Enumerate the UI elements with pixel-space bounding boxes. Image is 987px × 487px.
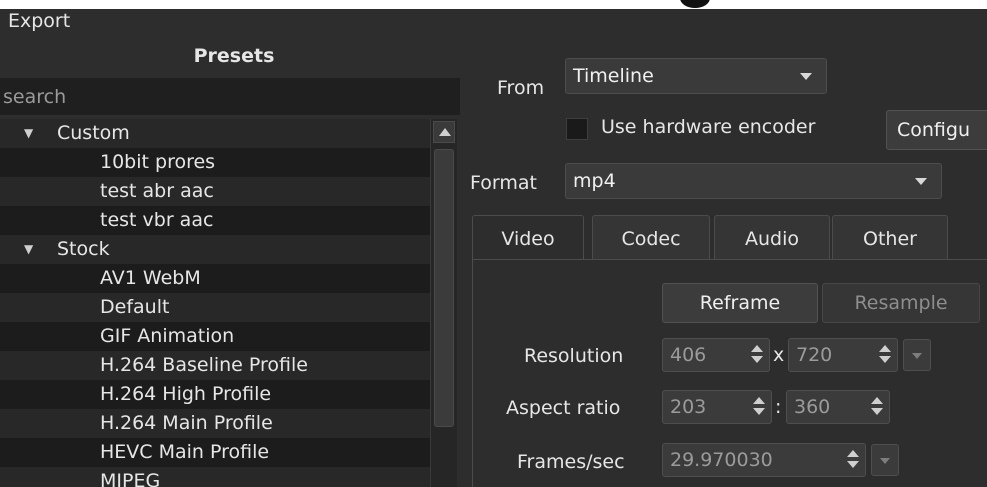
resolution-height-value: 720 (796, 344, 833, 366)
resolution-preset-dropdown (903, 339, 931, 371)
tree-item-label: test abr aac (100, 180, 214, 202)
tree-item-label: H.264 Main Profile (100, 412, 273, 434)
tree-item[interactable]: GIF Animation (0, 322, 430, 351)
reframe-button[interactable]: Reframe (662, 283, 818, 323)
tree-item[interactable]: MJPEG (0, 467, 430, 487)
resample-button: Resample (822, 283, 980, 323)
tree-item[interactable]: test abr aac (0, 177, 430, 206)
spin-arrows-icon[interactable] (871, 397, 883, 417)
tree-item[interactable]: AV1 WebM (0, 264, 430, 293)
aspect-denominator-value: 360 (794, 396, 831, 418)
frames-per-second-label: Frames/sec (517, 451, 625, 473)
hardware-encoder-label[interactable]: Use hardware encoder (601, 116, 815, 138)
tree-item-label: GIF Animation (100, 325, 235, 347)
scrollbar-thumb[interactable] (434, 149, 454, 427)
tree-item-label: HEVC Main Profile (100, 441, 270, 463)
format-combo[interactable]: mp4 (565, 163, 942, 199)
resolution-width-value: 406 (670, 344, 707, 366)
tree-item-label: AV1 WebM (100, 267, 201, 289)
configure-button[interactable]: Configu (886, 110, 987, 150)
from-combo-value: Timeline (573, 65, 654, 87)
tree-group-stock[interactable]: ▼ Stock (0, 235, 430, 264)
spin-arrows-icon[interactable] (879, 345, 891, 365)
tree-item[interactable]: 10bit prores (0, 148, 430, 177)
format-label: Format (470, 172, 537, 194)
title-text-fragment (680, 0, 710, 8)
resolution-separator: x (773, 344, 785, 366)
tree-item[interactable]: H.264 Baseline Profile (0, 351, 430, 380)
tree-item-label: test vbr aac (100, 209, 214, 231)
tree-item-label: H.264 Baseline Profile (100, 354, 308, 376)
from-label: From (497, 77, 545, 99)
tree-item[interactable]: Default (0, 293, 430, 322)
aspect-numerator-value: 203 (670, 396, 707, 418)
chevron-down-icon (915, 178, 927, 185)
presets-scrollbar[interactable] (430, 119, 457, 487)
resolution-height-spinbox[interactable]: 720 (788, 338, 898, 372)
frames-per-second-spinbox[interactable]: 29.970030 (662, 443, 866, 477)
aspect-numerator-spinbox[interactable]: 203 (662, 390, 772, 424)
fps-preset-dropdown (871, 444, 899, 476)
tree-item[interactable]: HEVC Main Profile (0, 438, 430, 467)
from-combo[interactable]: Timeline (565, 58, 827, 94)
tree-item-label: 10bit prores (100, 151, 216, 173)
resolution-width-spinbox[interactable]: 406 (662, 338, 770, 372)
presets-tree: ▼ Custom 10bit prores test abr aac test … (0, 119, 430, 487)
tree-group-label: Stock (57, 238, 110, 260)
spin-arrows-icon[interactable] (847, 450, 859, 470)
window-title-strip (0, 0, 987, 9)
tab-other[interactable]: Other (832, 215, 948, 260)
tree-item-label: H.264 High Profile (100, 383, 272, 405)
frames-per-second-value: 29.970030 (670, 449, 773, 471)
tree-item[interactable]: test vbr aac (0, 206, 430, 235)
tree-item-label: MJPEG (100, 470, 161, 487)
expand-arrow-icon[interactable]: ▼ (24, 119, 33, 148)
resolution-label: Resolution (524, 345, 624, 367)
chevron-down-icon (800, 73, 812, 80)
aspect-separator: : (775, 396, 782, 418)
presets-header: Presets (193, 45, 275, 67)
hardware-encoder-checkbox[interactable] (566, 118, 588, 140)
tree-item[interactable]: H.264 High Profile (0, 380, 430, 409)
tab-video[interactable]: Video (472, 215, 584, 261)
aspect-ratio-label: Aspect ratio (506, 397, 621, 419)
spin-arrows-icon[interactable] (753, 397, 765, 417)
tree-group-custom[interactable]: ▼ Custom (0, 119, 430, 148)
format-combo-value: mp4 (573, 170, 616, 192)
tree-group-label: Custom (57, 122, 130, 144)
aspect-denominator-spinbox[interactable]: 360 (786, 390, 890, 424)
tab-audio[interactable]: Audio (714, 215, 830, 260)
scroll-up-arrow-icon[interactable] (433, 121, 455, 143)
presets-search-input[interactable] (0, 78, 460, 115)
tree-item-label: Default (100, 296, 170, 318)
dock-title: Export (8, 10, 71, 32)
tab-codec[interactable]: Codec (592, 215, 710, 260)
export-dock: Export Presets ▼ Custom 10bit prores tes… (0, 0, 987, 487)
expand-arrow-icon[interactable]: ▼ (24, 235, 33, 264)
spin-arrows-icon[interactable] (751, 345, 763, 365)
tree-item[interactable]: H.264 Main Profile (0, 409, 430, 438)
